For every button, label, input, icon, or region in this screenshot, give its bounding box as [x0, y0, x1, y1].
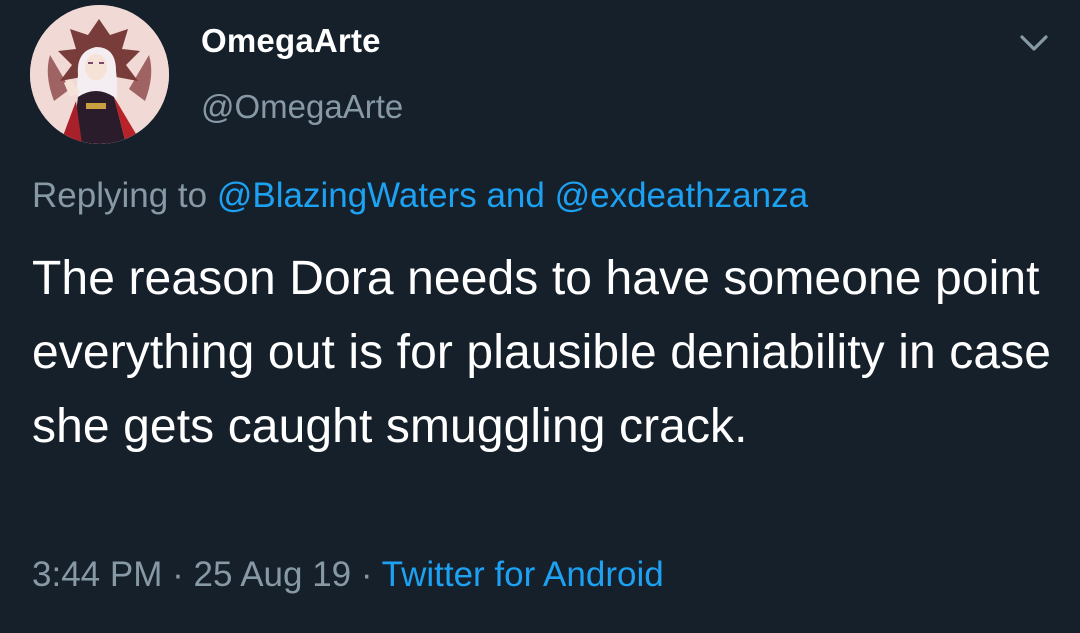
avatar[interactable] — [30, 5, 169, 144]
chevron-down-icon[interactable] — [1014, 28, 1054, 58]
mention-link[interactable]: @BlazingWaters — [217, 176, 477, 215]
reply-conjunction[interactable]: and — [486, 176, 544, 215]
avatar-image — [30, 5, 169, 144]
meta-separator: · — [360, 555, 373, 594]
tweet-date: 25 Aug 19 — [193, 555, 352, 594]
tweet-card: OmegaArte @OmegaArte Replying to @Blazin… — [0, 0, 1080, 633]
user-handle[interactable]: @OmegaArte — [201, 88, 403, 126]
tweet-text: The reason Dora needs to have someone po… — [32, 252, 1052, 453]
tweet-time: 3:44 PM — [32, 555, 163, 594]
mention-link[interactable]: @exdeathzanza — [555, 176, 808, 215]
meta-separator: · — [172, 555, 184, 594]
display-name[interactable]: OmegaArte — [201, 22, 381, 60]
tweet-source-link[interactable]: Twitter for Android — [382, 555, 664, 594]
replying-to-line: Replying to @BlazingWaters and @exdeathz… — [32, 176, 808, 216]
replying-to-prefix: Replying to — [32, 176, 208, 215]
tweet-meta: 3:44 PM · 25 Aug 19 · Twitter for Androi… — [32, 555, 664, 595]
